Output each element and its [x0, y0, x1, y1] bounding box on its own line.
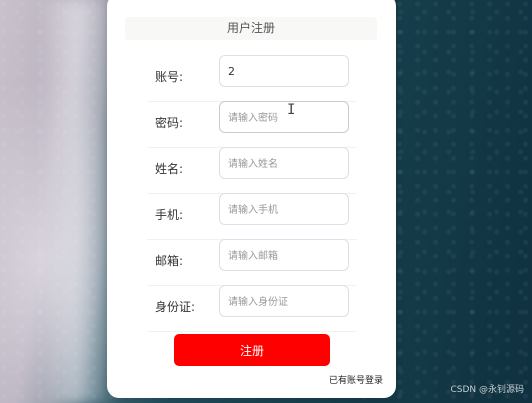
register-card: 用户注册 账号: 密码: 姓名: 手机: 邮箱: 身份证: I 注册 已有账号登…	[107, 0, 396, 398]
email-input[interactable]	[219, 239, 349, 271]
form-row-email: 邮箱:	[147, 239, 357, 286]
login-link[interactable]: 已有账号登录	[329, 373, 383, 386]
name-input[interactable]	[219, 147, 349, 179]
form-row-account: 账号:	[147, 55, 357, 102]
form-row-id-card: 身份证:	[147, 285, 357, 332]
email-label: 邮箱:	[155, 254, 184, 268]
account-label: 账号:	[155, 70, 184, 84]
form-row-name: 姓名:	[147, 147, 357, 194]
phone-label: 手机:	[155, 208, 184, 222]
password-label: 密码:	[155, 116, 184, 130]
password-input[interactable]	[219, 101, 349, 133]
id-card-label: 身份证:	[155, 300, 196, 314]
form-row-phone: 手机:	[147, 193, 357, 240]
card-title: 用户注册	[125, 17, 377, 40]
text-cursor-icon: I	[287, 102, 296, 118]
phone-input[interactable]	[219, 193, 349, 225]
name-label: 姓名:	[155, 162, 184, 176]
id-card-input[interactable]	[219, 285, 349, 317]
form-row-password: 密码:	[147, 101, 357, 148]
register-button[interactable]: 注册	[174, 334, 330, 366]
account-input[interactable]	[219, 55, 349, 87]
csdn-watermark: CSDN @永钊源码	[450, 385, 524, 395]
